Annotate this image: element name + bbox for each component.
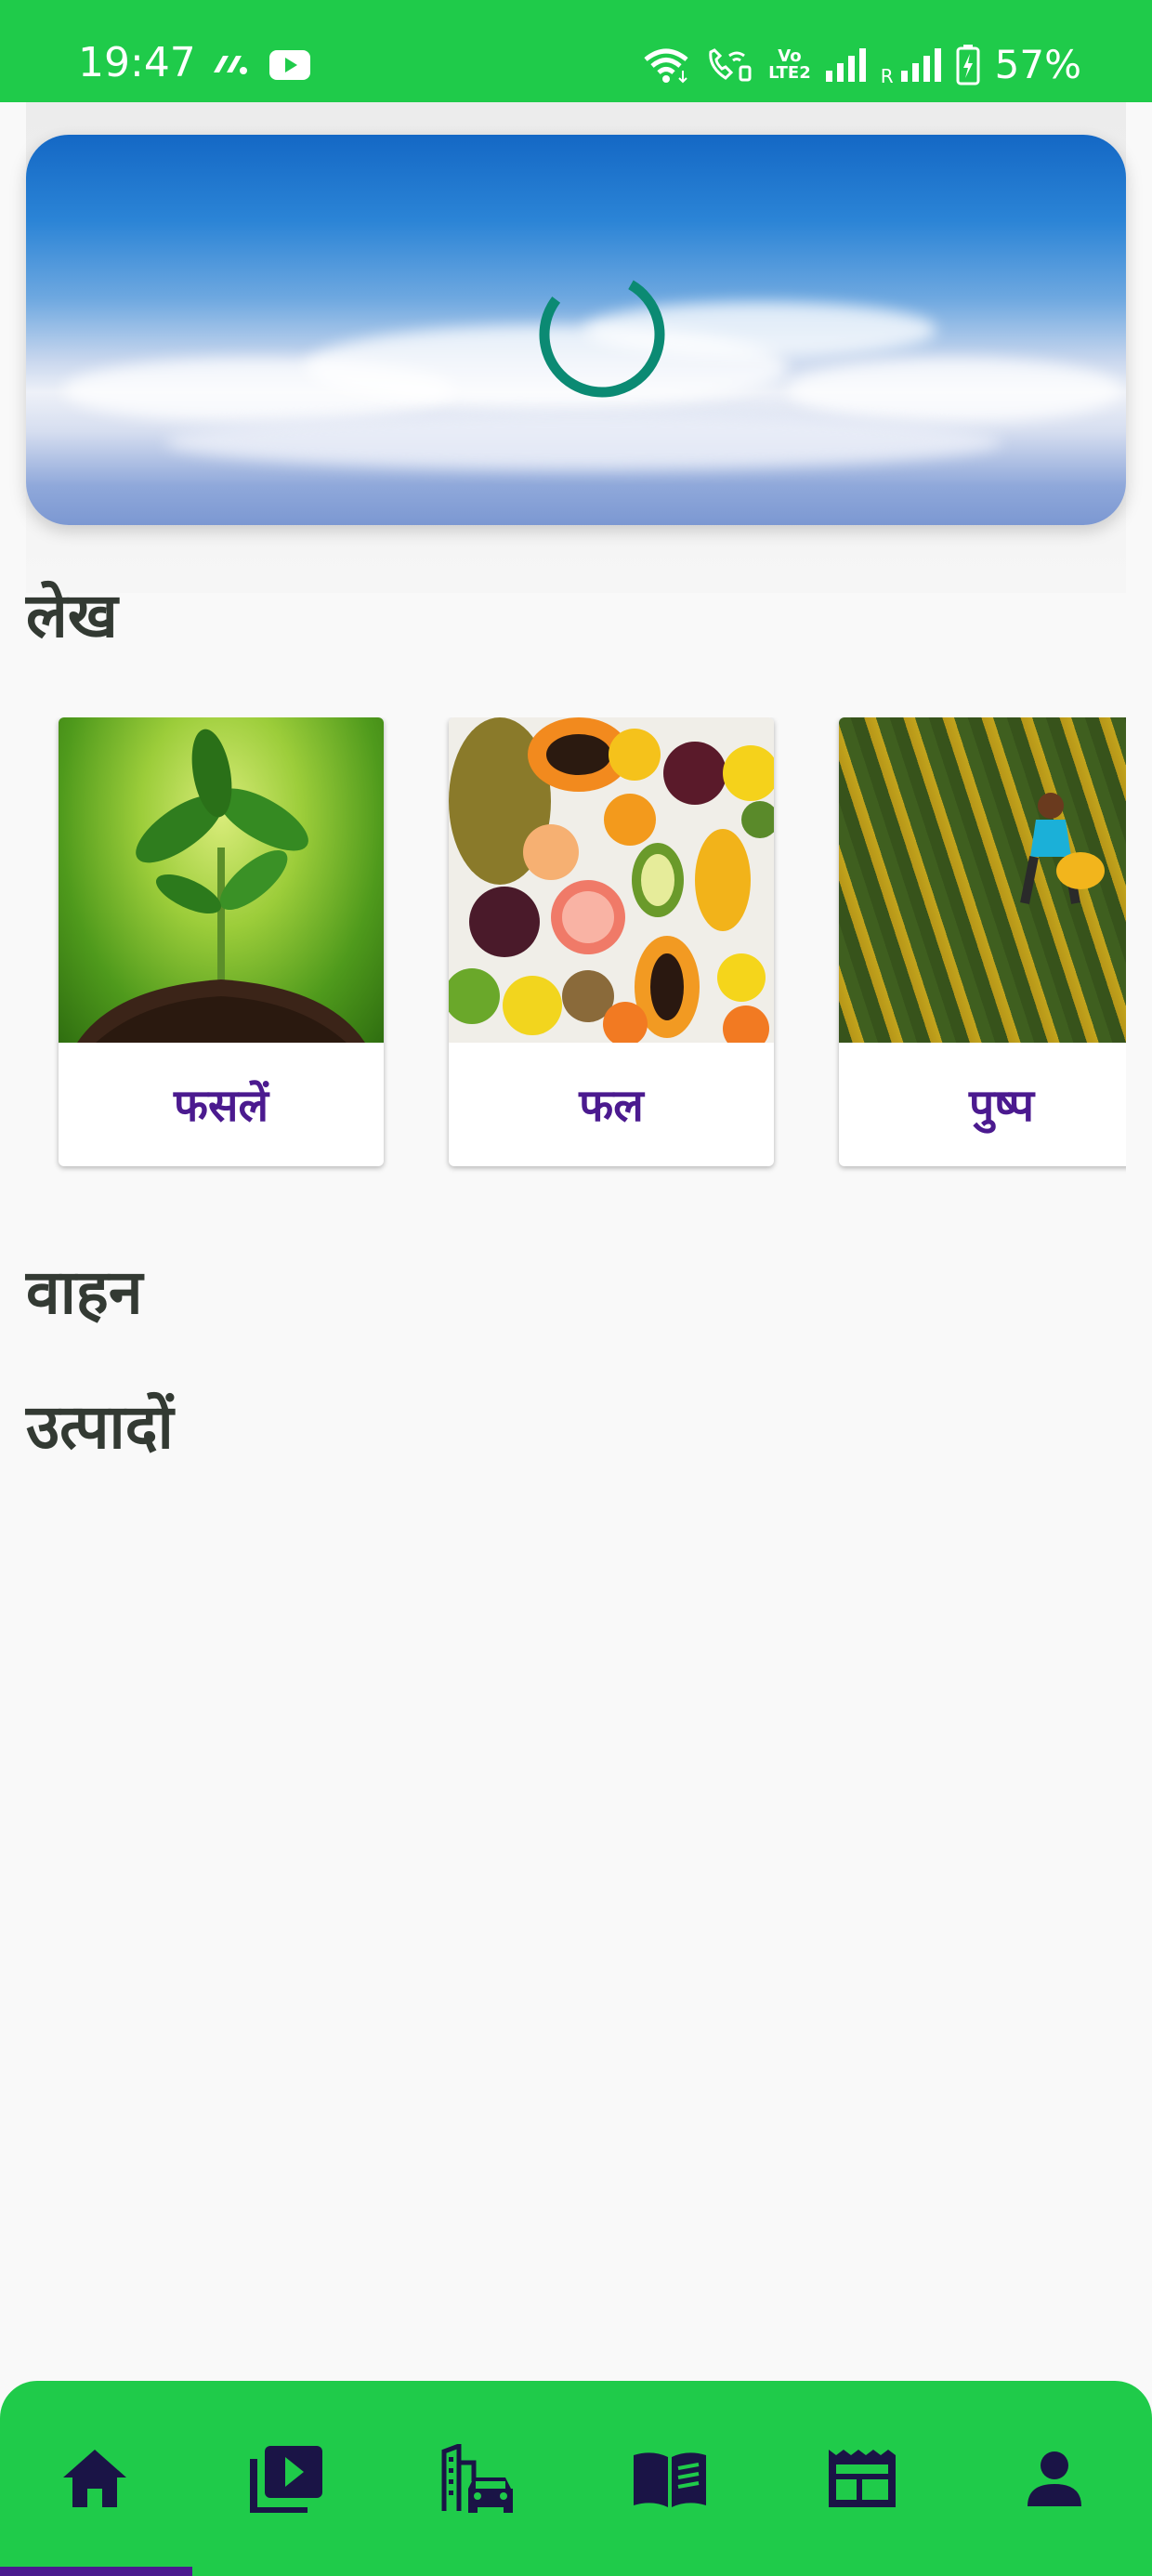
newspaper-icon <box>829 2450 896 2507</box>
nav-home[interactable] <box>48 2437 141 2520</box>
home-icon <box>63 2450 126 2507</box>
flower-field-image <box>839 717 1126 1043</box>
article-card-label: फल <box>579 1080 644 1132</box>
status-right-icons: Vo LTE2 R 57% <box>642 45 1081 85</box>
plant-seedling-image <box>59 717 384 1043</box>
person-icon <box>1028 2451 1081 2506</box>
nav-videos[interactable] <box>240 2437 333 2520</box>
youtube-icon <box>269 50 310 80</box>
status-left-icons <box>210 50 310 80</box>
weather-banner[interactable] <box>26 135 1126 525</box>
fruits-image <box>449 717 774 1043</box>
status-bar: 19:47 Vo LTE2 R 57% <box>0 0 1152 102</box>
city-car-icon <box>441 2444 513 2513</box>
article-cards-row: फसलें फल पुष्प <box>0 717 1126 1182</box>
book-icon <box>634 2452 706 2507</box>
loading-spinner <box>539 271 665 398</box>
signal-icon <box>825 48 866 82</box>
bottom-navigation <box>0 2381 1152 2576</box>
wifi-icon <box>644 48 688 84</box>
nav-profile[interactable] <box>1008 2437 1101 2520</box>
nav-articles[interactable] <box>623 2437 716 2520</box>
battery-charging-icon <box>956 45 980 85</box>
section-title-articles: लेख <box>26 580 118 651</box>
article-card-crops[interactable]: फसलें <box>59 717 384 1166</box>
battery-percent: 57% <box>994 42 1081 87</box>
roaming-signal-icon <box>900 48 941 82</box>
app-icon <box>214 56 247 74</box>
article-card-fruits[interactable]: फल <box>449 717 774 1166</box>
article-card-label: फसलें <box>173 1080 268 1132</box>
article-card-flowers[interactable]: पुष्प <box>839 717 1126 1166</box>
nav-news[interactable] <box>816 2437 909 2520</box>
nav-vehicles[interactable] <box>432 2437 525 2520</box>
status-time: 19:47 <box>78 39 196 86</box>
section-title-vehicles: वाहन <box>26 1256 143 1328</box>
video-library-icon <box>250 2446 322 2513</box>
active-tab-indicator <box>0 2567 192 2576</box>
volte-icon: Vo LTE2 <box>768 46 811 83</box>
article-card-label: पुष्प <box>969 1080 1034 1132</box>
section-title-products: उत्पादों <box>26 1391 174 1463</box>
roaming-label: R <box>880 65 894 87</box>
wifi-call-icon <box>709 48 752 82</box>
